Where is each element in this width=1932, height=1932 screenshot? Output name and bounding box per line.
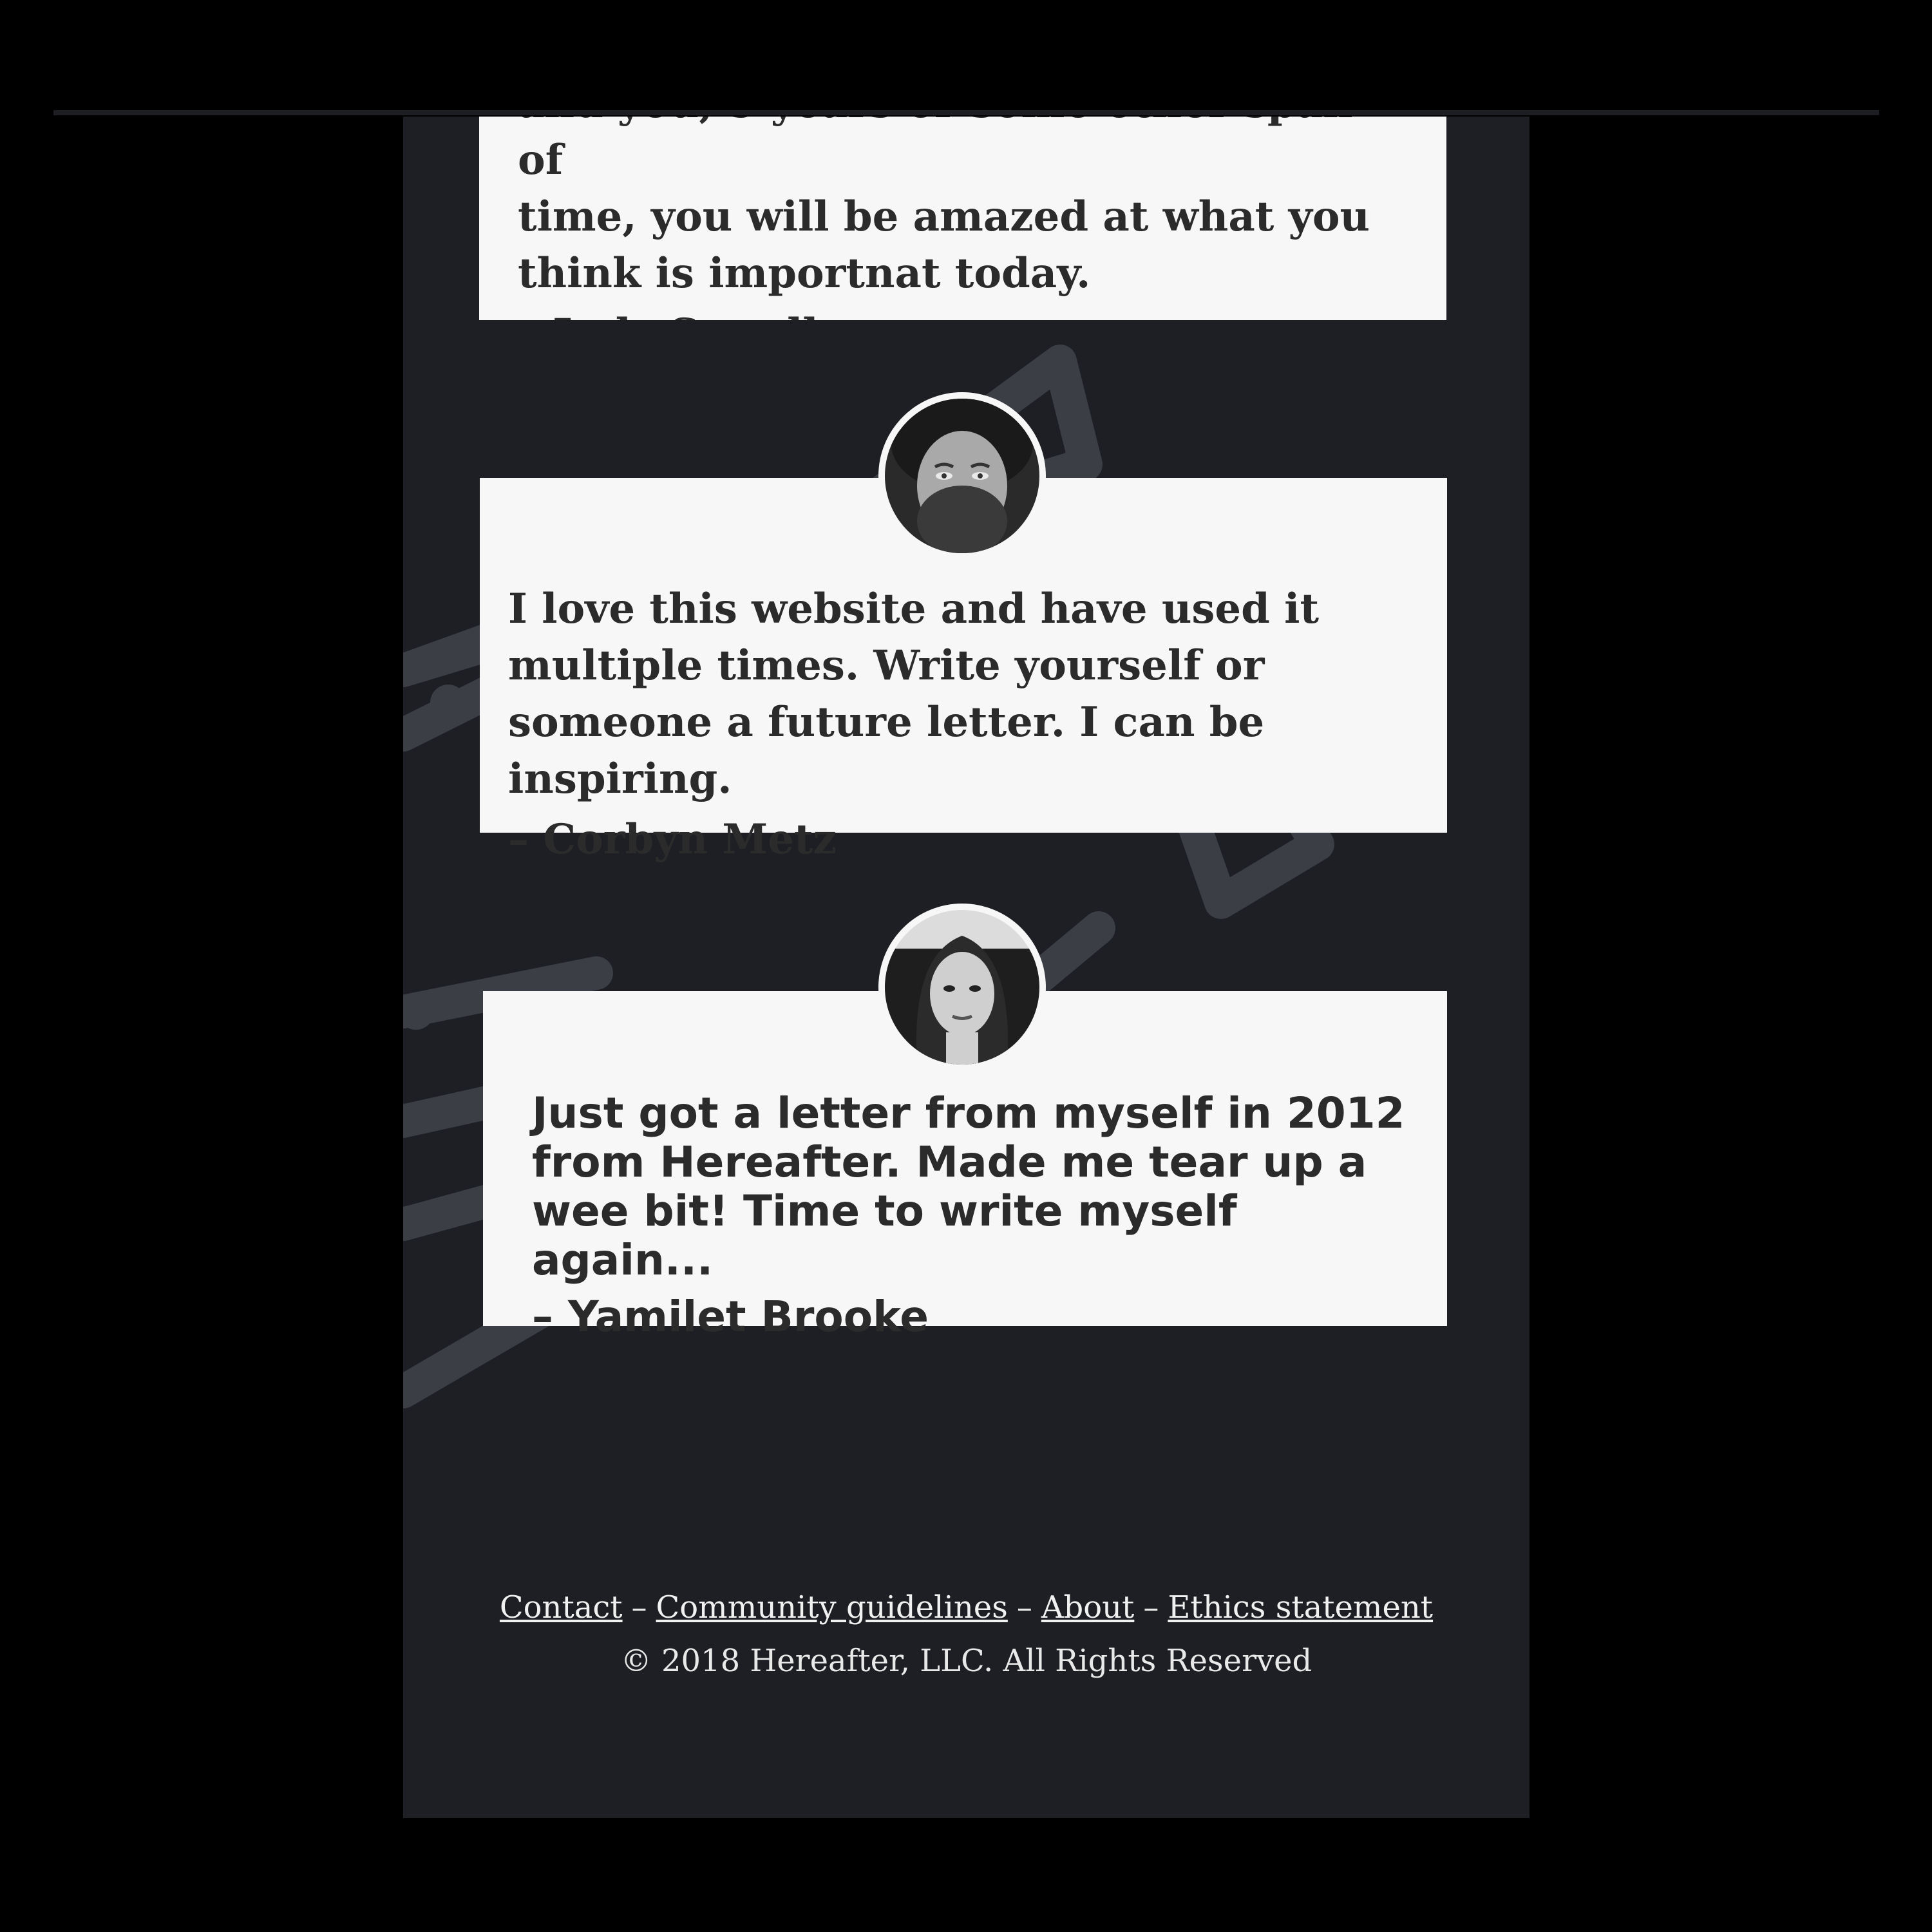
testimonial-quote: Just got a letter from myself in 2012 fr… xyxy=(532,1088,1405,1285)
footer-link-ethics-statement[interactable]: Ethics statement xyxy=(1168,1589,1433,1625)
testimonial-card-1: and you, 5 years or some other span of t… xyxy=(479,117,1446,320)
man-avatar xyxy=(878,392,1046,560)
copyright-text: © 2018 Hereafter, LLC. All Rights Reserv… xyxy=(620,1643,1312,1679)
footer-link-contact[interactable]: Contact xyxy=(500,1589,623,1625)
testimonial-partial-line: and you, 5 years or some other span of xyxy=(518,117,1353,184)
woman-avatar xyxy=(878,904,1046,1071)
testimonial-quote: time, you will be amazed at what you thi… xyxy=(518,193,1370,298)
footer-links: Contact – Community guidelines – About – Ethic… xyxy=(403,1588,1530,1627)
testimonial-quote: I love this website and have used it mul… xyxy=(508,585,1319,803)
footer-separator: – xyxy=(1016,1589,1032,1625)
footer-separator: – xyxy=(1143,1589,1159,1625)
testimonial-author: – Yamilet Brooke xyxy=(532,1292,929,1341)
testimonial-author: – Corbyn Metz xyxy=(508,815,837,864)
footer-link-community-guidelines[interactable]: Community guidelines xyxy=(656,1589,1008,1625)
testimonial-author: – Judy Sewell xyxy=(518,306,1408,320)
footer-link-about[interactable]: About xyxy=(1041,1589,1135,1625)
top-divider xyxy=(53,110,1879,115)
footer-separator: – xyxy=(631,1589,647,1625)
testimonials-page: and you, 5 years or some other span of t… xyxy=(403,117,1530,1818)
